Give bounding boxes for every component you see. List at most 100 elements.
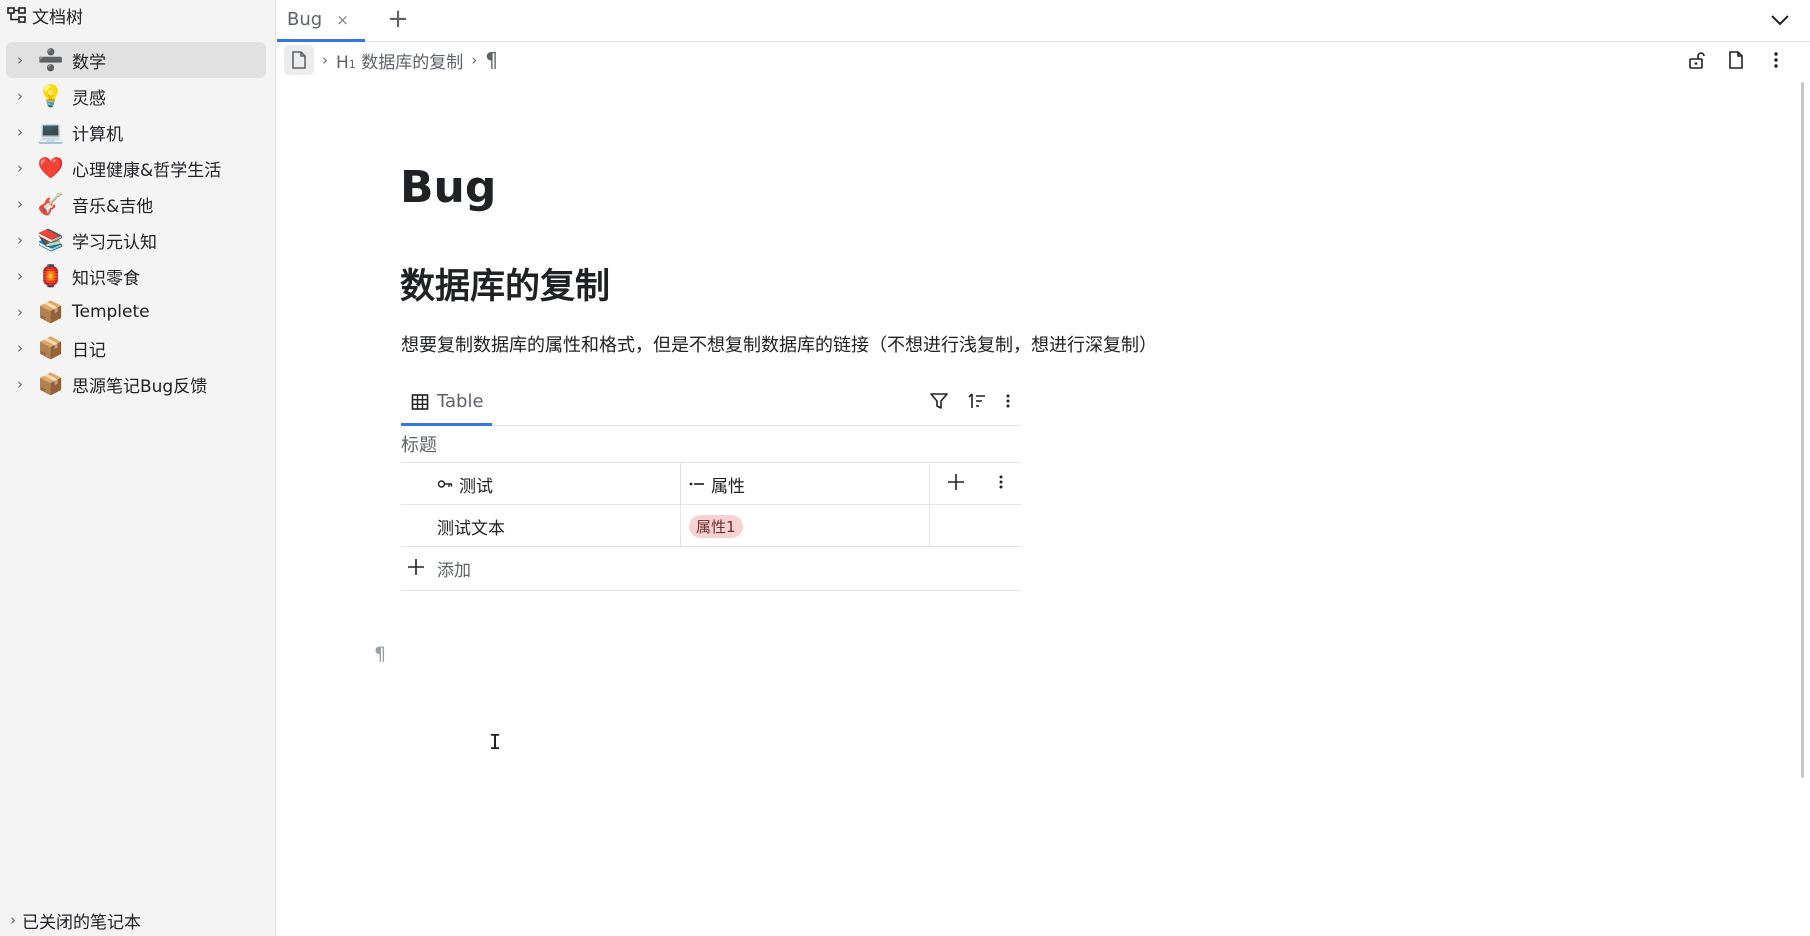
notebook-label: 思源笔记Bug反馈 xyxy=(72,376,208,397)
table-icon xyxy=(411,393,429,410)
breadcrumb: › H1 数据库的复制 › ¶ xyxy=(284,44,498,76)
box-emoji-icon: 📦 xyxy=(37,299,65,324)
chevron-right-icon[interactable]: › xyxy=(8,228,32,252)
column-header-label: 属性 xyxy=(711,476,745,497)
box-emoji-icon: 📦 xyxy=(37,335,65,360)
guitar-emoji-icon: 🎸 xyxy=(37,191,65,216)
notebook-item-diary[interactable]: › 📦 日记 xyxy=(6,330,266,366)
chevron-right-icon[interactable]: › xyxy=(8,336,32,360)
more-vertical-icon[interactable] xyxy=(998,474,1004,494)
notebook-item-music[interactable]: › 🎸 音乐&吉他 xyxy=(6,186,266,222)
doc-tree-icon xyxy=(7,7,26,23)
tab-title: Bug xyxy=(287,9,323,30)
database-table: 测试 属性 测试文本 属性1 xyxy=(401,462,1021,547)
unlock-icon[interactable] xyxy=(1684,48,1708,72)
box-emoji-icon: 📦 xyxy=(37,371,65,396)
filter-icon[interactable] xyxy=(929,391,949,415)
editor-toolbar xyxy=(1684,46,1788,74)
add-row-label: 添加 xyxy=(437,561,471,581)
database-view-bar: Table xyxy=(401,380,1021,426)
chevron-right-icon[interactable]: › xyxy=(8,84,32,108)
key-icon xyxy=(437,480,453,488)
lantern-emoji-icon: 🏮 xyxy=(37,263,65,288)
notebook-label: 数学 xyxy=(72,52,106,73)
books-emoji-icon: 📚 xyxy=(37,227,65,252)
tab-bug[interactable]: Bug × xyxy=(277,0,365,42)
table-cell-attribute[interactable]: 属性1 xyxy=(681,505,930,547)
chevron-right-icon: › xyxy=(10,911,16,929)
notebook-item-knowledge-snacks[interactable]: › 🏮 知识零食 xyxy=(6,258,266,294)
select-icon xyxy=(689,482,704,486)
column-header-label: 测试 xyxy=(459,476,493,497)
chevron-right-icon[interactable]: › xyxy=(8,120,32,144)
chevron-down-icon[interactable] xyxy=(1766,6,1794,34)
divide-emoji-icon: ➗ xyxy=(37,47,65,72)
database-name[interactable]: 标题 xyxy=(401,426,1021,462)
chevron-right-icon[interactable]: › xyxy=(8,48,32,72)
breadcrumb-separator-icon: › xyxy=(471,51,478,69)
chevron-right-icon[interactable]: › xyxy=(8,192,32,216)
add-row-button[interactable]: 添加 xyxy=(401,547,1021,591)
notebook-label: 心理健康&哲学生活 xyxy=(72,160,222,181)
notebook-label: 灵感 xyxy=(72,88,106,109)
editor-scrollbar[interactable] xyxy=(1801,82,1804,778)
heading-level-marker: H xyxy=(336,52,349,73)
sidebar-header: 文档树 xyxy=(6,3,83,28)
notebook-item-math[interactable]: › ➗ 数学 xyxy=(6,42,266,78)
database-view-label: Table xyxy=(437,391,484,412)
notebook-item-mental-health[interactable]: › ❤️ 心理健康&哲学生活 xyxy=(6,150,266,186)
breadcrumb-separator-icon: › xyxy=(322,51,328,69)
column-header-attribute[interactable]: 属性 xyxy=(681,463,930,505)
notebook-label: 日记 xyxy=(72,340,106,361)
notebook-item-bug-feedback[interactable]: › 📦 思源笔记Bug反馈 xyxy=(6,366,266,402)
notebook-tree: › ➗ 数学 › 💡 灵感 › 💻 计算机 › ❤️ 心理健康&哲学生活 › 🎸… xyxy=(0,42,276,402)
paragraph-mark-icon[interactable]: ¶ xyxy=(485,48,498,72)
notebook-label: 学习元认知 xyxy=(72,232,157,253)
tab-bar: Bug × + xyxy=(277,0,1810,42)
notebook-item-metacognition[interactable]: › 📚 学习元认知 xyxy=(6,222,266,258)
sort-icon[interactable] xyxy=(967,391,987,415)
app-window: 文档树 › ➗ 数学 › 💡 灵感 › 💻 计算机 › ❤️ 心理健康&哲学生活 xyxy=(0,0,1810,936)
notebook-label: 计算机 xyxy=(72,124,123,145)
sidebar-title: 文档树 xyxy=(32,7,83,28)
close-icon[interactable]: × xyxy=(336,11,349,29)
chevron-right-icon[interactable]: › xyxy=(8,300,32,324)
add-tab-button[interactable]: + xyxy=(381,2,415,36)
heart-emoji-icon: ❤️ xyxy=(37,155,65,180)
column-header-test[interactable]: 测试 xyxy=(401,463,681,505)
table-cell-empty xyxy=(930,505,1021,547)
notebook-label: 音乐&吉他 xyxy=(72,196,154,217)
plus-icon xyxy=(407,558,425,580)
document-title[interactable]: Bug xyxy=(400,162,496,213)
chevron-right-icon[interactable]: › xyxy=(8,372,32,396)
paragraph-block[interactable]: 想要复制数据库的属性和格式，但是不想复制数据库的链接（不想进行浅复制，想进行深复… xyxy=(401,331,1157,357)
document-icon[interactable] xyxy=(284,45,314,75)
text-cursor-icon: I xyxy=(489,730,502,754)
closed-notebooks-toggle[interactable]: › 已关闭的笔记本 xyxy=(10,908,141,933)
add-column-icon[interactable] xyxy=(947,473,965,495)
light-bulb-emoji-icon: 💡 xyxy=(37,83,65,108)
heading-level-number: 1 xyxy=(348,57,356,71)
notebook-item-inspiration[interactable]: › 💡 灵感 xyxy=(6,78,266,114)
database-block: Table 标题 测试 属性 测试文本 属性1 添加 xyxy=(401,380,1021,591)
document-info-icon[interactable] xyxy=(1724,48,1748,72)
breadcrumb-heading[interactable]: H1 数据库的复制 xyxy=(336,48,463,73)
notebook-label: Templete xyxy=(72,302,150,322)
notebook-item-templete[interactable]: › 📦 Templete xyxy=(6,294,266,330)
table-row: 测试文本 属性1 xyxy=(401,505,1021,547)
database-view-tab-table[interactable]: Table xyxy=(401,380,492,426)
breadcrumb-heading-text: 数据库的复制 xyxy=(361,52,464,73)
chevron-right-icon[interactable]: › xyxy=(8,264,32,288)
notebook-item-computer[interactable]: › 💻 计算机 xyxy=(6,114,266,150)
more-vertical-icon[interactable] xyxy=(1764,48,1788,72)
database-tools xyxy=(929,390,1011,416)
heading-block[interactable]: 数据库的复制 xyxy=(400,258,610,309)
laptop-emoji-icon: 💻 xyxy=(37,119,65,144)
more-vertical-icon[interactable] xyxy=(1005,393,1011,413)
empty-paragraph-mark[interactable]: ¶ xyxy=(374,643,386,665)
select-tag: 属性1 xyxy=(689,514,743,538)
chevron-right-icon[interactable]: › xyxy=(8,156,32,180)
table-header-row: 测试 属性 xyxy=(401,463,1021,505)
column-actions xyxy=(930,463,1021,505)
table-cell-title[interactable]: 测试文本 xyxy=(401,505,681,547)
